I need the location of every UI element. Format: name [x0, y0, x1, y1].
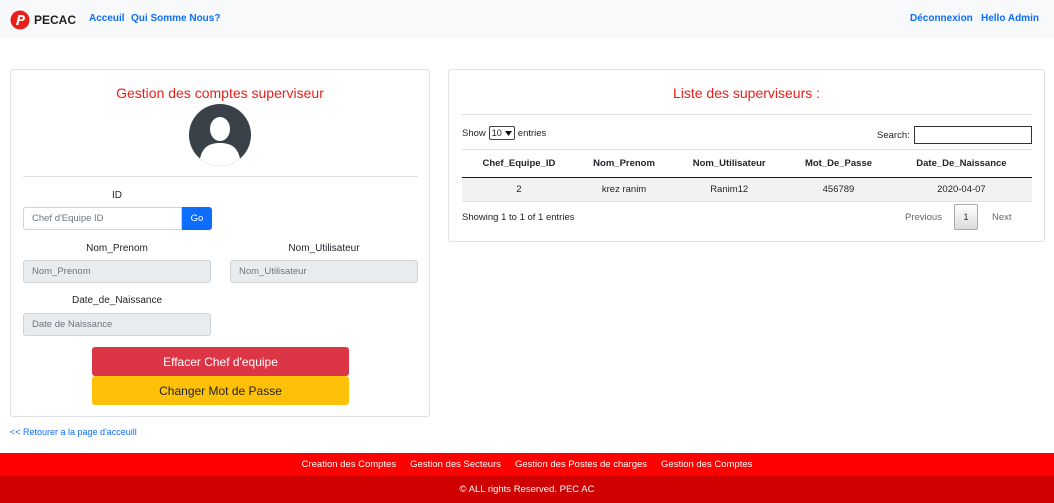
entries-length-control: Show 10 entries [462, 126, 546, 140]
delete-chef-button[interactable]: Effacer Chef d'equipe [92, 347, 349, 376]
brand-name: PECAC [34, 13, 77, 27]
brand[interactable]: PECAC [10, 10, 76, 30]
user-avatar-icon [189, 104, 251, 166]
table-row[interactable]: 2 krez ranim Ranim12 456789 2020-04-07 [462, 177, 1032, 202]
change-password-button[interactable]: Changer Mot de Passe [92, 376, 349, 405]
supervisor-account-panel: Gestion des comptes superviseur ID Chef … [10, 69, 430, 417]
nav-link-deconnexion[interactable]: Déconnexion [910, 13, 973, 24]
go-button[interactable]: Go [182, 207, 212, 230]
entries-select-value: 10 [491, 128, 502, 138]
chef-equipe-id-input[interactable]: Chef d'Equipe ID [23, 207, 182, 230]
entries-label: entries [517, 127, 547, 139]
table-header-row: Chef_Equipe_ID Nom_Prenom Nom_Utilisateu… [462, 149, 1032, 178]
nav-link-qui-somme-nous[interactable]: Qui Somme Nous? [131, 13, 220, 24]
footer-copyright-bar: © ALL rights Reserved. PEC AC [0, 476, 1054, 503]
search-control: Search: [877, 126, 1032, 144]
top-navbar: PECAC Acceuil Qui Somme Nous? Déconnexio… [0, 0, 1054, 38]
column-header-chef-equipe-id[interactable]: Chef_Equipe_ID [462, 149, 576, 178]
nom-prenom-label: Nom_Prenom [86, 243, 148, 254]
pagination-next[interactable]: Next [992, 212, 1012, 223]
copyright-text: © ALL rights Reserved. PEC AC [459, 484, 595, 495]
table-cell: krez ranim [575, 177, 673, 202]
chevron-down-icon [504, 130, 512, 136]
table-cell: 456789 [786, 177, 891, 202]
date-naissance-input[interactable]: Date de Naissance [23, 313, 211, 336]
column-header-mot-de-passe[interactable]: Mot_De_Passe [786, 149, 891, 178]
panel-title: Gestion des comptes superviseur [116, 85, 324, 101]
entries-select[interactable]: 10 [488, 126, 515, 140]
pagination-page-1[interactable]: 1 [953, 204, 978, 230]
table-cell: 2 [462, 177, 576, 202]
footer-link-gestion-comptes[interactable]: Gestion des Comptes [661, 459, 752, 470]
nav-link-hello-admin[interactable]: Hello Admin [981, 13, 1039, 24]
supervisors-table: Chef_Equipe_ID Nom_Prenom Nom_Utilisateu… [462, 149, 1032, 202]
show-label: Show [462, 127, 486, 139]
footer-link-creation-comptes[interactable]: Creation des Comptes [302, 459, 397, 470]
date-naissance-label: Date_de_Naissance [71, 295, 163, 306]
divider [23, 176, 418, 177]
nom-utilisateur-input[interactable]: Nom_Utilisateur [230, 260, 418, 283]
pagination: Previous 1 Next [905, 204, 1012, 230]
search-label: Search: [877, 129, 910, 141]
footer-link-gestion-postes[interactable]: Gestion des Postes de charges [515, 459, 647, 470]
footer-link-gestion-secteurs[interactable]: Gestion des Secteurs [410, 459, 501, 470]
nom-prenom-input[interactable]: Nom_Prenom [23, 260, 211, 283]
back-to-home-link[interactable]: << Retourer a la page d'acceuill [10, 427, 137, 437]
table-cell: Ranim12 [672, 177, 787, 202]
brand-logo-icon [10, 10, 30, 30]
id-label: ID [112, 190, 122, 201]
pagination-previous[interactable]: Previous [905, 212, 942, 223]
footer-links-bar: Creation des Comptes Gestion des Secteur… [0, 453, 1054, 476]
list-title: Liste des superviseurs : [672, 85, 821, 101]
table-info: Showing 1 to 1 of 1 entries [462, 212, 575, 223]
nom-utilisateur-label: Nom_Utilisateur [288, 243, 360, 254]
divider [461, 114, 1032, 115]
column-header-date-de-naissance[interactable]: Date_De_Naissance [890, 149, 1032, 178]
nav-link-acceuil[interactable]: Acceuil [89, 13, 125, 24]
column-header-nom-prenom[interactable]: Nom_Prenom [575, 149, 673, 178]
table-cell: 2020-04-07 [890, 177, 1032, 202]
search-input[interactable] [913, 126, 1032, 144]
supervisors-list-panel: Liste des superviseurs : Show 10 entries… [448, 69, 1045, 242]
column-header-nom-utilisateur[interactable]: Nom_Utilisateur [672, 149, 787, 178]
